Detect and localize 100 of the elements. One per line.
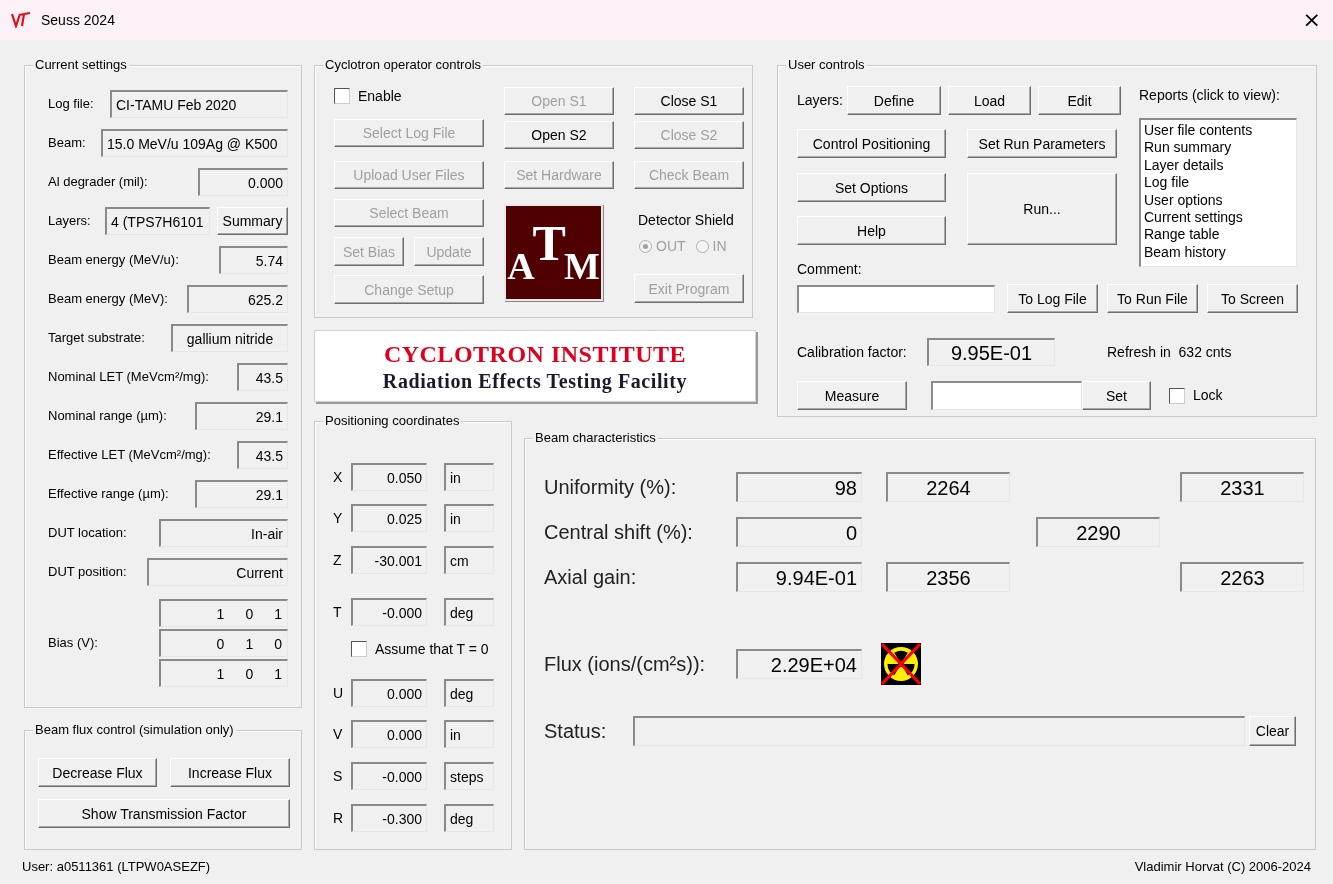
- axis-label: Z: [333, 550, 343, 570]
- summary-button[interactable]: Summary: [217, 207, 288, 235]
- run-parameters-button[interactable]: Set Run Parameters: [967, 129, 1117, 158]
- set-button[interactable]: Set: [1082, 381, 1151, 410]
- increase-flux-button[interactable]: Increase Flux: [170, 758, 290, 787]
- axis-label: T: [333, 602, 343, 622]
- calibration-field: 9.95E-01: [927, 338, 1055, 366]
- report-item[interactable]: Current settings: [1144, 209, 1296, 227]
- characteristic-label: Axial gain:: [544, 565, 638, 590]
- characteristic-label: Uniformity (%):: [544, 475, 678, 500]
- value-field: 29.1: [195, 480, 288, 508]
- value-field: CI-TAMU Feb 2020: [110, 90, 288, 118]
- unit-field: in: [444, 504, 494, 532]
- value-field: 43.5: [237, 441, 288, 469]
- reports-label: Reports (click to view):: [1139, 86, 1281, 104]
- field-label: Layers:: [48, 212, 91, 231]
- measure-button[interactable]: Measure: [797, 381, 907, 410]
- report-item[interactable]: Range table: [1144, 226, 1296, 244]
- bias-value: 0: [216, 636, 225, 651]
- group-title: Beam flux control (simulation only): [33, 722, 236, 738]
- clear-button[interactable]: Clear: [1249, 716, 1296, 746]
- bias-value: 1: [216, 666, 225, 681]
- group-title: Positioning coordinates: [323, 413, 462, 429]
- close-button[interactable]: ×: [1302, 9, 1321, 31]
- field-label: Beam energy (MeV):: [48, 290, 168, 309]
- field-label: Beam energy (MeV/u):: [48, 251, 179, 270]
- checkbox[interactable]: [334, 88, 350, 104]
- calibration-input[interactable]: [931, 381, 1082, 410]
- options-button[interactable]: Set Options: [797, 173, 946, 202]
- calibration-label: Calibration factor:: [797, 342, 908, 362]
- unit-field: deg: [444, 804, 494, 832]
- checkbox[interactable]: [351, 641, 367, 657]
- report-item[interactable]: Layer details: [1144, 156, 1296, 175]
- coordinate-field: 0.025: [351, 504, 427, 532]
- reading-field: 2290: [1036, 517, 1160, 547]
- value-field: 29.1: [195, 402, 288, 430]
- report-item[interactable]: Run summary: [1144, 139, 1296, 157]
- axis-label: Y: [333, 508, 344, 528]
- reading-field: 2264: [886, 472, 1010, 502]
- coordinate-field: 0.000: [351, 679, 427, 707]
- axis-label: S: [333, 766, 344, 786]
- detector-shield-label: Detector Shield: [638, 211, 735, 229]
- value-field: In-air: [159, 519, 288, 547]
- radio-label: IN: [712, 236, 727, 256]
- edit-button[interactable]: Edit: [1038, 86, 1121, 115]
- report-item[interactable]: Beam history: [1144, 243, 1296, 262]
- report-item[interactable]: User options: [1144, 191, 1296, 210]
- coordinate-field: -30.001: [351, 546, 427, 574]
- unit-field: steps: [444, 762, 494, 790]
- copyright-text: Vladimir Horvat (C) 2006-2024: [1134, 858, 1311, 877]
- value-field: gallium nitride: [171, 324, 288, 352]
- load-button[interactable]: Load: [948, 86, 1031, 115]
- checkbox-label: Lock: [1193, 386, 1223, 405]
- flux-label: Flux (ions/(cm²s)):: [544, 652, 707, 677]
- field-label: Beam:: [48, 134, 86, 153]
- checkbox[interactable]: [1169, 387, 1185, 404]
- coordinate-field: -0.000: [351, 762, 427, 790]
- comment-field[interactable]: [797, 284, 995, 313]
- report-item[interactable]: Log file: [1144, 174, 1296, 192]
- bias-value: 1: [245, 636, 254, 651]
- axis-label: U: [333, 683, 345, 703]
- button[interactable]: Close S1: [634, 87, 744, 115]
- report-item[interactable]: User file contents: [1144, 122, 1296, 140]
- unit-field: deg: [444, 679, 494, 707]
- comment-label: Comment:: [797, 260, 863, 278]
- decrease-flux-button[interactable]: Decrease Flux: [38, 758, 157, 787]
- reading-field: 0: [736, 517, 862, 547]
- group-title: Current settings: [33, 57, 129, 73]
- bias-value: 0: [245, 606, 254, 621]
- field-label: Nominal range (µm):: [48, 407, 167, 426]
- value-field: 625.2: [187, 285, 288, 313]
- define-button[interactable]: Define: [847, 86, 941, 115]
- flux-field: 2.29E+04: [736, 649, 862, 679]
- to-log-file-button[interactable]: To Log File: [1007, 284, 1098, 313]
- reading-field: 9.94E-01: [736, 562, 862, 592]
- refresh-text: Refresh in 632 cnts: [1107, 342, 1232, 362]
- to-run-file-button[interactable]: To Run File: [1107, 284, 1198, 313]
- bias-value: 1: [274, 606, 282, 621]
- field-label: Log file:: [48, 95, 94, 114]
- run-button[interactable]: Run...: [967, 173, 1117, 245]
- control-positioning-button[interactable]: Control Positioning: [797, 129, 946, 158]
- field-label: Target substrate:: [48, 329, 145, 348]
- to-screen-button[interactable]: To Screen: [1207, 284, 1298, 313]
- checkbox-label: Enable: [358, 86, 402, 106]
- button[interactable]: Open S2: [504, 121, 614, 149]
- coordinate-field: 0.050: [351, 463, 427, 491]
- unit-field: in: [444, 720, 494, 748]
- unit-field: deg: [444, 598, 494, 626]
- bias-value: 0: [274, 636, 282, 651]
- field-label: Effective range (µm):: [48, 485, 169, 504]
- unit-field: in: [444, 463, 494, 491]
- unit-field: cm: [444, 546, 494, 574]
- value-field: Current: [147, 558, 288, 586]
- help-button[interactable]: Help: [797, 216, 946, 245]
- banner-title: CYCLOTRON INSTITUTE: [383, 341, 687, 366]
- transmission-factor-button[interactable]: Show Transmission Factor: [38, 799, 290, 828]
- radio-label: OUT: [656, 236, 686, 256]
- coordinate-field: 0.000: [351, 720, 427, 748]
- bias-value: 0: [245, 666, 254, 681]
- reading-field: 2263: [1180, 562, 1304, 592]
